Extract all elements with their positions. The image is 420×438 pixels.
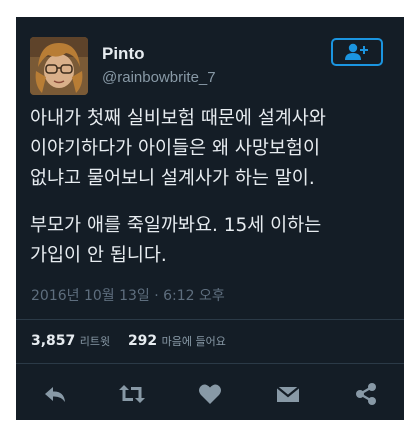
avatar[interactable] — [30, 37, 88, 95]
tweet-line: 부모가 애를 죽일까봐요. 15세 이하는 — [30, 215, 322, 236]
retweet-icon — [119, 385, 145, 403]
divider — [16, 363, 404, 364]
follow-button[interactable] — [331, 38, 383, 66]
retweet-label[interactable]: 리트윗 — [80, 335, 110, 348]
tweet-line: 이야기하다가 아이들은 왜 사망보험이 — [30, 138, 320, 159]
tweet-timestamp[interactable]: 2016년 10월 13일 · 6:12 오후 — [31, 285, 225, 305]
user-handle[interactable]: @rainbowbrite_7 — [102, 69, 216, 86]
like-button[interactable] — [195, 379, 225, 409]
retweet-count[interactable]: 3,857 — [31, 333, 75, 349]
like-count[interactable]: 292 — [128, 333, 157, 349]
reply-button[interactable] — [40, 379, 70, 409]
message-button[interactable] — [273, 379, 303, 409]
tweet-line: 가입이 안 됩니다. — [30, 245, 167, 266]
reply-icon — [45, 387, 65, 402]
share-button[interactable] — [351, 379, 381, 409]
action-bar — [16, 379, 404, 409]
tweet-text: 아내가 첫째 실비보험 때문에 설계사와 이야기하다가 아이들은 왜 사망보험이… — [30, 104, 395, 271]
retweet-button[interactable] — [117, 379, 147, 409]
tweet-card: Pinto @rainbowbrite_7 아내가 첫째 실비보험 때문에 설계… — [16, 17, 404, 420]
tweet-line: 아내가 첫째 실비보험 때문에 설계사와 — [30, 108, 326, 129]
envelope-icon — [276, 386, 300, 402]
display-name[interactable]: Pinto — [102, 44, 145, 64]
tweet-stats: 3,857 리트윗 292 마음에 들어요 — [31, 333, 226, 349]
tweet-line: 없냐고 물어보니 설계사가 하는 말이. — [30, 168, 315, 189]
add-user-icon — [345, 43, 368, 60]
divider — [16, 319, 404, 320]
like-label[interactable]: 마음에 들어요 — [162, 335, 226, 348]
share-icon — [356, 383, 376, 405]
heart-icon — [199, 384, 221, 404]
